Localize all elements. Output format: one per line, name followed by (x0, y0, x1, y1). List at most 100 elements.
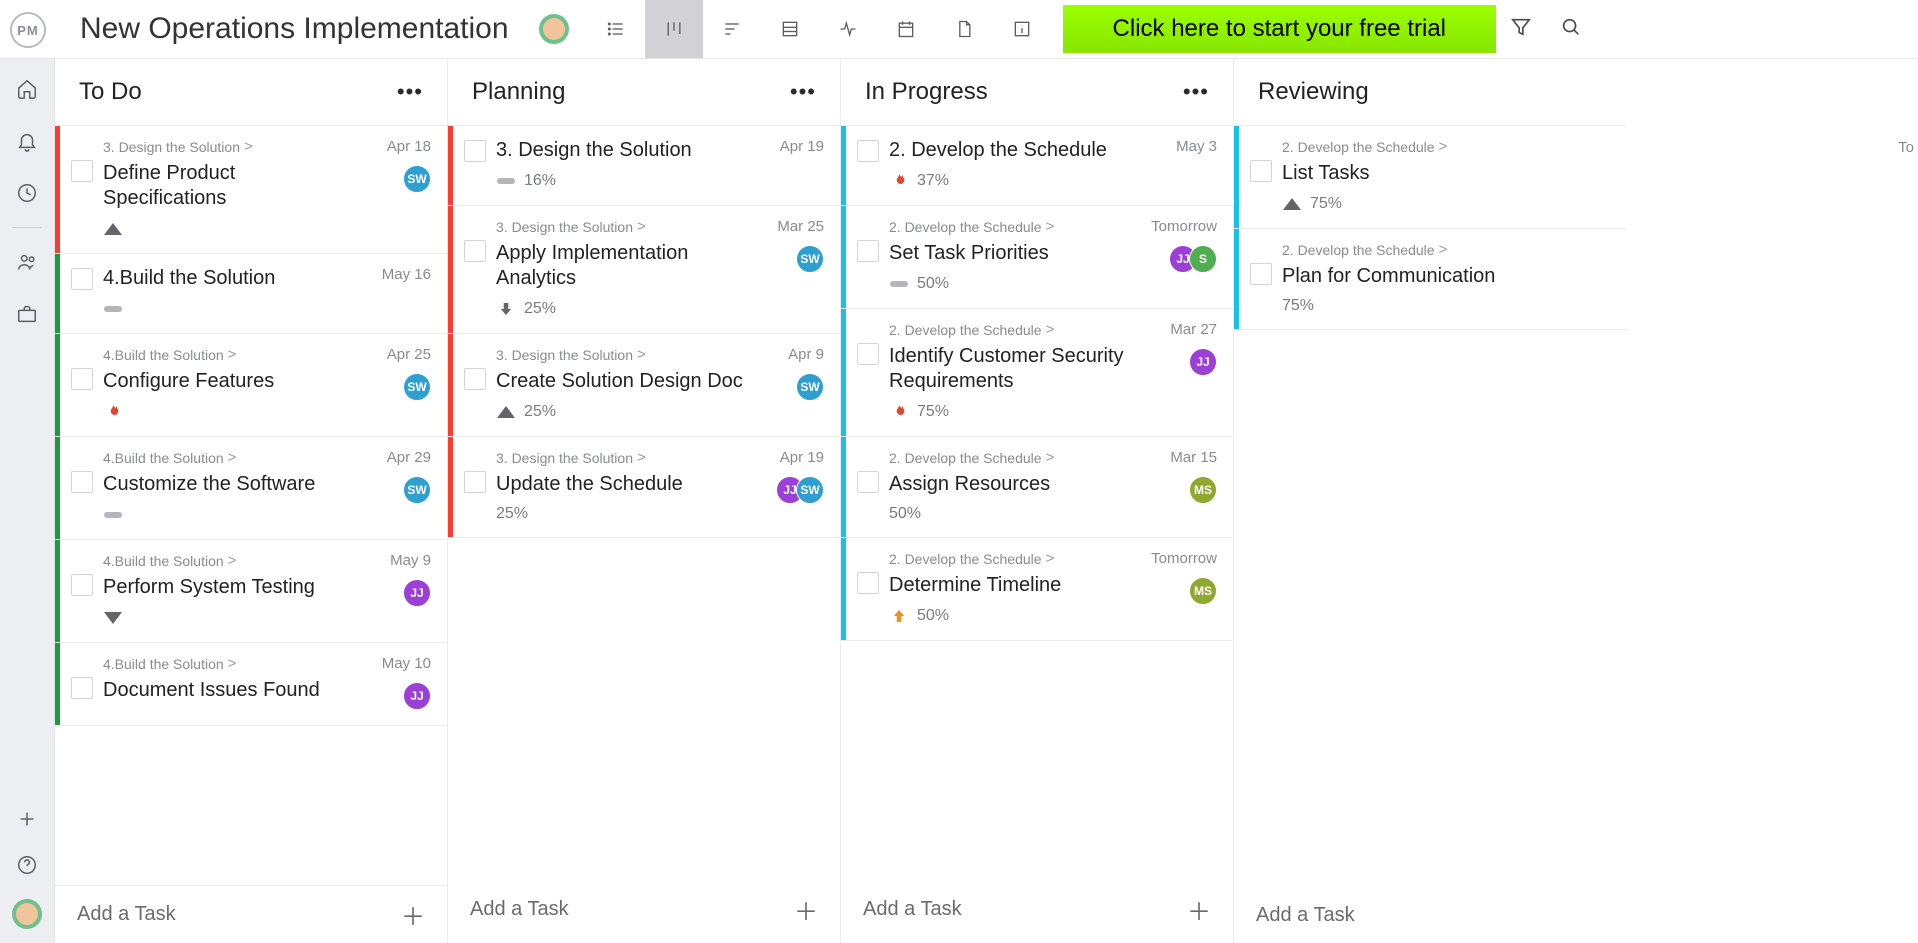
brand-logo[interactable]: PM (10, 12, 46, 48)
parent-link[interactable]: 4.Build the Solution (103, 449, 355, 466)
task-checkbox[interactable] (71, 368, 93, 390)
card-list[interactable]: 2. Develop the ScheduleList Tasks75%2. D… (1234, 126, 1627, 888)
view-sheet-icon[interactable] (761, 0, 819, 58)
task-card[interactable]: 3. Design the Solution16%Apr 19 (448, 126, 840, 206)
assignee-avatar[interactable]: SW (796, 245, 824, 273)
task-card[interactable]: 2. Develop the ScheduleSet Task Prioriti… (841, 206, 1233, 309)
assignee-avatar[interactable]: JJ (403, 682, 431, 710)
add-task-button[interactable]: Add a Task (1234, 888, 1627, 943)
user-avatar[interactable] (12, 899, 42, 929)
help-icon[interactable] (15, 853, 39, 877)
task-card[interactable]: 2. Develop the ScheduleDetermine Timelin… (841, 538, 1233, 641)
task-title[interactable]: Create Solution Design Doc (496, 369, 748, 394)
task-checkbox[interactable] (857, 343, 879, 365)
parent-link[interactable]: 4.Build the Solution (103, 655, 355, 672)
column-title[interactable]: In Progress (865, 78, 988, 106)
task-title[interactable]: List Tasks (1282, 161, 1535, 186)
assignee-avatar[interactable]: SW (403, 373, 431, 401)
task-checkbox[interactable] (464, 240, 486, 262)
parent-link[interactable]: 2. Develop the Schedule (1282, 241, 1535, 258)
card-list[interactable]: 3. Design the Solution16%Apr 193. Design… (448, 126, 840, 876)
task-title[interactable]: Set Task Priorities (889, 241, 1141, 266)
task-card[interactable]: 2. Develop the ScheduleIdentify Customer… (841, 309, 1233, 437)
task-title[interactable]: Define Product Specifications (103, 161, 355, 211)
assignee-avatar[interactable]: SW (403, 476, 431, 504)
task-card[interactable]: 4.Build the SolutionConfigure FeaturesAp… (55, 334, 447, 437)
task-title[interactable]: 2. Develop the Schedule (889, 138, 1141, 163)
add-task-button[interactable]: Add a Task＋ (841, 876, 1233, 943)
task-card[interactable]: 2. Develop the Schedule37%May 3 (841, 126, 1233, 206)
parent-link[interactable]: 4.Build the Solution (103, 346, 355, 363)
task-card[interactable]: 3. Design the Solution Define Product Spe… (55, 126, 447, 254)
parent-link[interactable]: 2. Develop the Schedule (1282, 138, 1535, 155)
view-file-icon[interactable] (935, 0, 993, 58)
view-list-icon[interactable] (587, 0, 645, 58)
task-card[interactable]: 3. Design the Solution Apply Implementati… (448, 206, 840, 334)
view-info-icon[interactable] (993, 0, 1051, 58)
task-checkbox[interactable] (1250, 263, 1272, 285)
task-title[interactable]: Update the Schedule (496, 472, 748, 497)
task-checkbox[interactable] (71, 574, 93, 596)
column-menu-icon[interactable]: ••• (790, 79, 816, 105)
task-card[interactable]: 3. Design the Solution Create Solution De… (448, 334, 840, 437)
assignee-avatar[interactable]: JJ (403, 579, 431, 607)
task-title[interactable]: Determine Timeline (889, 573, 1141, 598)
assignee-avatar[interactable]: SW (403, 165, 431, 193)
filter-icon[interactable] (1510, 16, 1532, 43)
task-card[interactable]: 2. Develop the ScheduleAssign Resources5… (841, 437, 1233, 538)
task-card[interactable]: 4.Build the Solution Perform System Testi… (55, 540, 447, 643)
task-checkbox[interactable] (71, 268, 93, 290)
task-card[interactable]: 4.Build the Solution Customize the Softwa… (55, 437, 447, 540)
task-title[interactable]: 4.Build the Solution (103, 266, 355, 291)
parent-link[interactable]: 2. Develop the Schedule (889, 449, 1141, 466)
home-icon[interactable] (15, 77, 39, 101)
view-gantt-icon[interactable] (703, 0, 761, 58)
card-list[interactable]: 3. Design the Solution Define Product Spe… (55, 126, 447, 885)
task-checkbox[interactable] (1250, 160, 1272, 182)
task-checkbox[interactable] (464, 140, 486, 162)
task-title[interactable]: 3. Design the Solution (496, 138, 748, 163)
parent-link[interactable]: 3. Design the Solution (103, 138, 355, 155)
column-title[interactable]: Reviewing (1258, 78, 1369, 106)
task-card[interactable]: 2. Develop the ScheduleList Tasks75% (1234, 126, 1627, 229)
parent-link[interactable]: 4.Build the Solution (103, 552, 355, 569)
task-title[interactable]: Identify Customer Security Requirements (889, 344, 1141, 394)
view-activity-icon[interactable] (819, 0, 877, 58)
task-title[interactable]: Perform System Testing (103, 575, 355, 600)
search-icon[interactable] (1560, 16, 1582, 43)
task-checkbox[interactable] (857, 240, 879, 262)
bell-icon[interactable] (15, 129, 39, 153)
assignee-avatar[interactable]: MS (1189, 476, 1217, 504)
assignee-avatar[interactable]: JJ (1189, 348, 1217, 376)
column-title[interactable]: Planning (472, 78, 565, 106)
task-card[interactable]: 4.Build the Solution Document Issues Foun… (55, 643, 447, 726)
parent-link[interactable]: 3. Design the Solution (496, 449, 748, 466)
board[interactable]: To Do•••3. Design the SolutionDefine Pro… (55, 59, 1918, 943)
task-checkbox[interactable] (857, 471, 879, 493)
assignee-avatar[interactable]: S (1189, 245, 1217, 273)
task-checkbox[interactable] (71, 471, 93, 493)
task-checkbox[interactable] (464, 368, 486, 390)
task-title[interactable]: Document Issues Found (103, 678, 355, 703)
task-card[interactable]: 3. Design the Solution Update the Schedul… (448, 437, 840, 538)
add-task-button[interactable]: Add a Task＋ (55, 885, 447, 943)
task-title[interactable]: Apply Implementation Analytics (496, 241, 748, 291)
column-menu-icon[interactable]: ••• (397, 79, 423, 105)
assignee-avatar[interactable]: SW (796, 476, 824, 504)
task-title[interactable]: Customize the Software (103, 472, 355, 497)
clock-icon[interactable] (15, 181, 39, 205)
parent-link[interactable]: 3. Design the Solution (496, 346, 748, 363)
task-checkbox[interactable] (464, 471, 486, 493)
assignee-avatar[interactable]: MS (1189, 577, 1217, 605)
people-icon[interactable] (15, 250, 39, 274)
task-checkbox[interactable] (71, 160, 93, 182)
task-title[interactable]: Configure Features (103, 369, 355, 394)
parent-link[interactable]: 3. Design the Solution (496, 218, 748, 235)
briefcase-icon[interactable] (15, 302, 39, 326)
project-avatar[interactable] (539, 14, 569, 44)
task-checkbox[interactable] (71, 677, 93, 699)
view-board-icon[interactable] (645, 0, 703, 58)
task-checkbox[interactable] (857, 572, 879, 594)
view-calendar-icon[interactable] (877, 0, 935, 58)
card-list[interactable]: 2. Develop the Schedule37%May 32. Develo… (841, 126, 1233, 876)
